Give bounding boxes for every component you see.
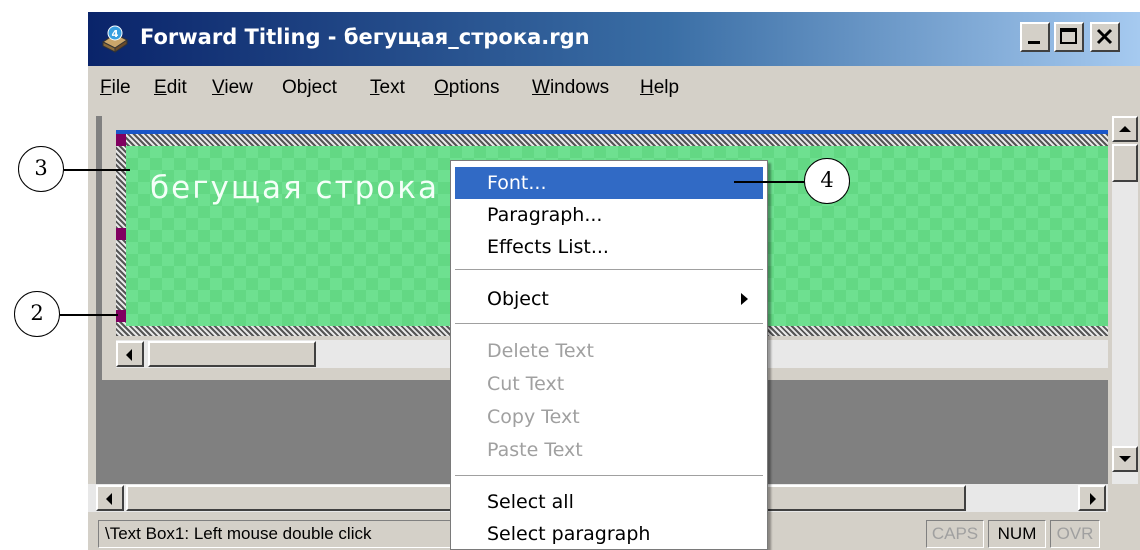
context-paragraph[interactable]: Paragraph...: [455, 199, 763, 231]
maximize-icon: [1060, 28, 1077, 44]
arrow-left-icon: [106, 493, 112, 505]
menu-options[interactable]: Options: [434, 77, 499, 99]
menu-text[interactable]: Text: [370, 77, 405, 99]
arrow-down-icon: [1119, 456, 1131, 462]
arrow-up-icon: [1119, 126, 1131, 132]
context-object[interactable]: Object: [455, 283, 763, 315]
menu-file[interactable]: File: [100, 77, 131, 99]
vertical-scroll-track[interactable]: [1112, 182, 1138, 484]
scroll-left-button[interactable]: [116, 341, 144, 367]
resize-handle-bottom[interactable]: [116, 310, 126, 322]
menu-bar: File Edit View Object Text Options Windo…: [88, 68, 1140, 108]
arrow-left-icon: [126, 349, 132, 361]
scroll-right-button[interactable]: [1078, 485, 1106, 511]
callout-leader-4: [734, 181, 804, 183]
context-cut-text: Cut Text: [487, 373, 565, 395]
minimize-button[interactable]: [1020, 22, 1050, 52]
context-font[interactable]: Font...: [455, 167, 763, 199]
maximize-button[interactable]: [1054, 22, 1084, 52]
caps-indicator: CAPS: [926, 520, 984, 548]
app-logo-icon: 4: [102, 25, 128, 53]
menu-separator: [455, 475, 763, 476]
vertical-scroll-thumb[interactable]: [1112, 144, 1138, 182]
num-indicator: NUM: [988, 520, 1046, 548]
resize-handle-top[interactable]: [116, 134, 126, 146]
context-menu: Font... Paragraph... Effects List... Obj…: [450, 160, 768, 550]
callout-2: 2: [14, 291, 60, 337]
context-select-paragraph[interactable]: Select paragraph: [455, 518, 763, 550]
window-title: Forward Titling - бегущая_строка.rgn: [140, 25, 590, 49]
scroll-up-button[interactable]: [1112, 116, 1138, 142]
submenu-arrow-icon: [741, 293, 748, 305]
title-bar[interactable]: 4 Forward Titling - бегущая_строка.rgn: [88, 12, 1140, 66]
context-object-label: Object: [487, 288, 549, 310]
scroll-left-button[interactable]: [96, 485, 124, 511]
callout-3: 3: [18, 146, 64, 192]
callout-4: 4: [804, 158, 850, 204]
marquee-text[interactable]: бегущая строка: [150, 170, 439, 206]
context-effects-list[interactable]: Effects List...: [455, 231, 763, 263]
menu-edit[interactable]: Edit: [154, 77, 187, 99]
close-button[interactable]: [1090, 22, 1120, 52]
minimize-icon: [1028, 41, 1040, 44]
menu-separator: [455, 323, 763, 324]
callout-leader-2: [60, 314, 118, 316]
svg-text:4: 4: [112, 29, 119, 40]
context-paste-text: Paste Text: [487, 439, 583, 461]
vertical-scrollbar[interactable]: [1112, 116, 1138, 512]
callout-leader-3: [64, 169, 130, 171]
scroll-down-button[interactable]: [1112, 446, 1138, 472]
menu-object[interactable]: Object: [282, 77, 337, 99]
context-copy-text: Copy Text: [487, 406, 580, 428]
menu-help[interactable]: Help: [640, 77, 679, 99]
menu-separator: [455, 269, 763, 270]
resize-handle-middle[interactable]: [116, 228, 126, 240]
context-delete-text: Delete Text: [487, 340, 594, 362]
hatch-top-border: [116, 134, 1108, 146]
context-select-all[interactable]: Select all: [455, 486, 763, 518]
close-icon: [1096, 28, 1113, 45]
menu-windows[interactable]: Windows: [532, 77, 609, 99]
menu-view[interactable]: View: [212, 77, 253, 99]
ovr-indicator: OVR: [1050, 520, 1100, 548]
arrow-right-icon: [1090, 493, 1096, 505]
document-hscroll-thumb[interactable]: [148, 341, 316, 367]
